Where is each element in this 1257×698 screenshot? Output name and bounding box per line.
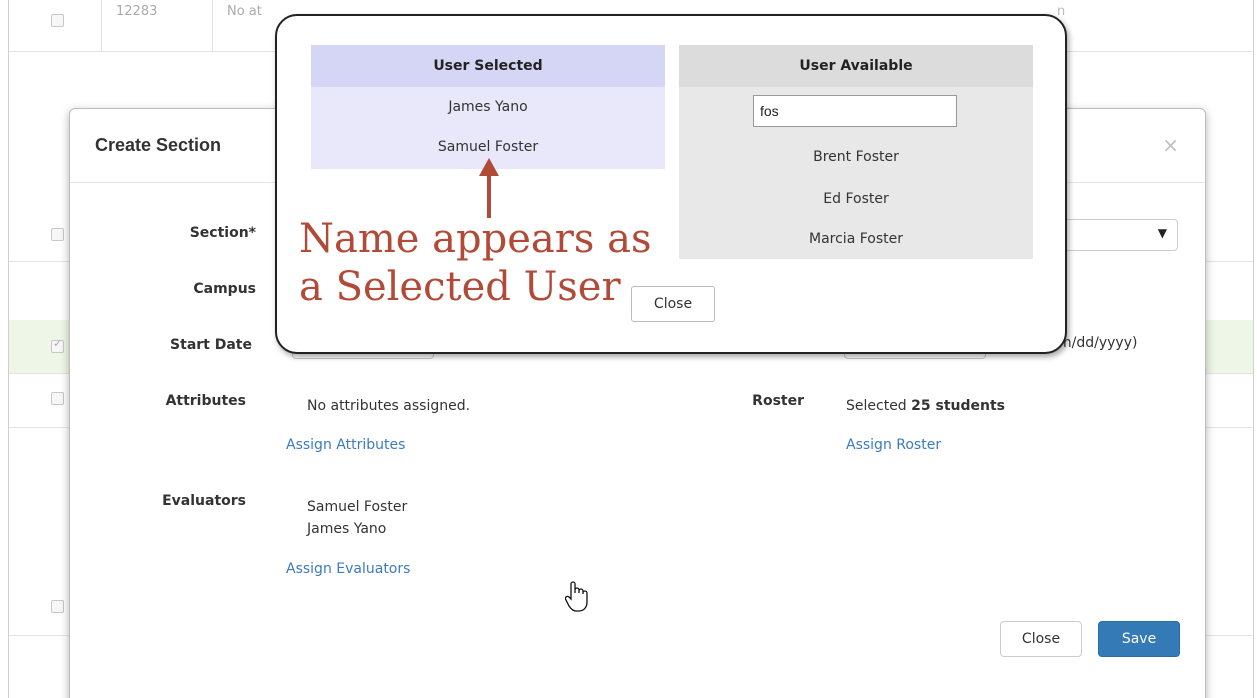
campus-label: Campus (193, 281, 256, 297)
user-selected-panel: User Selected James Yano Samuel Foster (311, 45, 665, 169)
annotation-arrow-icon (479, 158, 499, 218)
roster-count: 25 students (911, 398, 1006, 414)
evaluator-item: Samuel Foster (307, 499, 408, 515)
row-text-right: n (1057, 4, 1066, 19)
row-checkbox[interactable] (51, 14, 64, 27)
start-date-label: Start Date (170, 337, 252, 353)
assign-evaluators-link[interactable]: Assign Evaluators (286, 561, 410, 577)
section-label: Section* (189, 225, 256, 241)
selected-user-item[interactable]: James Yano (311, 99, 665, 115)
row-checkbox[interactable] (51, 600, 64, 613)
attributes-label: Attributes (165, 393, 246, 409)
close-icon[interactable]: × (1162, 133, 1179, 157)
evaluator-item: James Yano (307, 521, 387, 537)
date-format-hint: m/dd/yyyy) (1058, 335, 1138, 351)
roster-label: Roster (752, 393, 804, 409)
available-user-item[interactable]: Ed Foster (679, 191, 1033, 207)
row-checkbox[interactable] (51, 392, 64, 405)
user-picker-popup: User Selected James Yano Samuel Foster U… (275, 14, 1067, 354)
user-search-input[interactable] (753, 95, 957, 127)
assign-attributes-link[interactable]: Assign Attributes (286, 437, 405, 453)
popup-close-button[interactable]: Close (631, 286, 715, 322)
close-button[interactable]: Close (1000, 621, 1082, 657)
roster-value: Selected 25 students (846, 398, 1005, 414)
caret-down-icon: ▼ (1157, 226, 1167, 240)
attributes-value: No attributes assigned. (307, 398, 471, 414)
hand-cursor-icon (565, 581, 588, 612)
available-user-item[interactable]: Marcia Foster (679, 231, 1033, 247)
row-text: No at (227, 4, 262, 19)
available-user-item[interactable]: Brent Foster (679, 149, 1033, 165)
row-checkbox[interactable] (51, 228, 64, 241)
row-checkbox-checked[interactable] (51, 337, 64, 353)
roster-prefix: Selected (846, 398, 907, 414)
user-selected-header: User Selected (311, 45, 665, 87)
assign-roster-link[interactable]: Assign Roster (846, 437, 941, 453)
user-available-header: User Available (679, 45, 1033, 87)
row-id: 12283 (101, 0, 213, 52)
annotation-line-1: Name appears as (299, 216, 652, 262)
evaluators-label: Evaluators (162, 493, 246, 509)
annotation-line-2: a Selected User (299, 264, 621, 310)
modal-title: Create Section (95, 135, 222, 155)
user-available-panel: User Available Brent Foster Ed Foster Ma… (679, 45, 1033, 259)
selected-user-item[interactable]: Samuel Foster (311, 139, 665, 155)
page-frame: 12283 No at n Create Section × Section* … (8, 0, 1254, 698)
save-button[interactable]: Save (1098, 621, 1180, 657)
